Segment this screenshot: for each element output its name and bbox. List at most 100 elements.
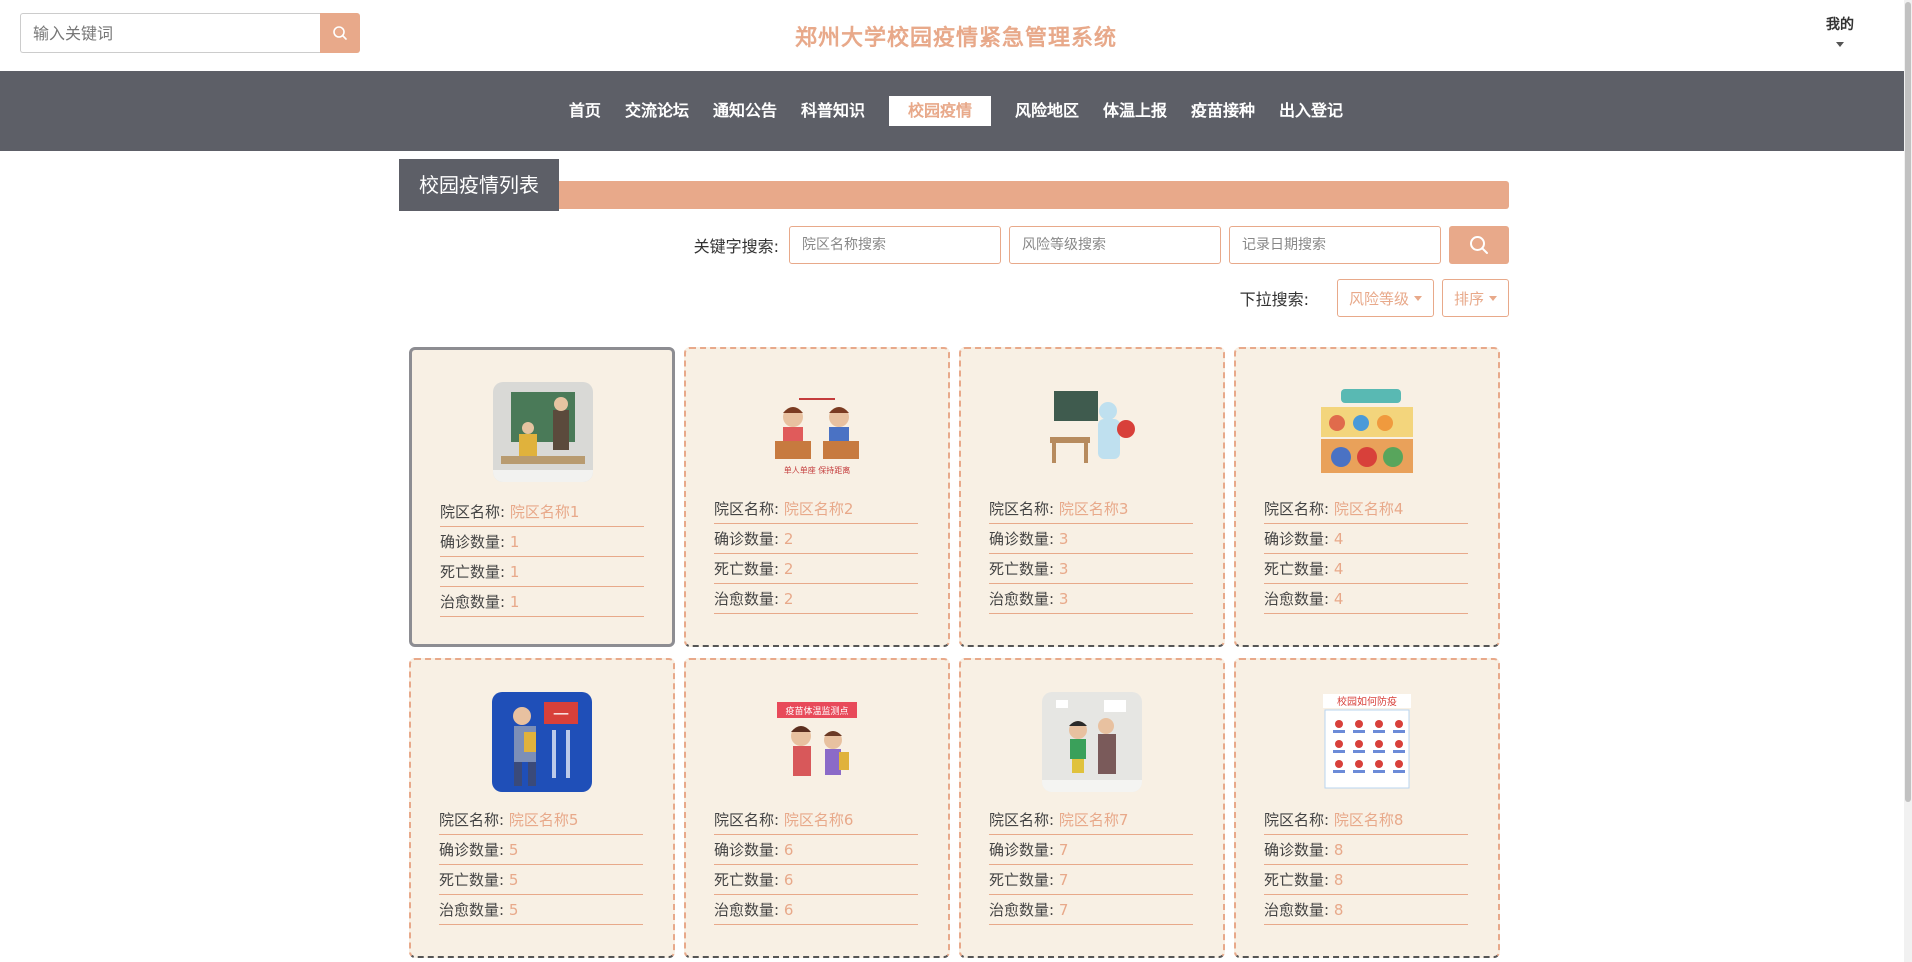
nav-item-0[interactable]: 首页 <box>557 96 613 126</box>
field-value-confirmed: 8 <box>1333 841 1344 859</box>
field-value-deaths: 8 <box>1333 871 1344 889</box>
card-fields: 院区名称: 院区名称1 确诊数量: 1 死亡数量: 1 治愈数量: 1 <box>440 497 644 617</box>
field-value-confirmed: 4 <box>1333 530 1344 548</box>
search-icon <box>1470 236 1488 254</box>
risk-level-dropdown-label: 风险等级 <box>1348 289 1409 308</box>
field-separator: : <box>1324 871 1334 889</box>
card-fields: 院区名称: 院区名称5 确诊数量: 5 死亡数量: 5 治愈数量: 5 <box>439 805 643 925</box>
field-value-deaths: 6 <box>783 871 794 889</box>
field-value-deaths: 5 <box>508 871 519 889</box>
main-nav: 首页 交流论坛 通知公告 科普知识 校园疫情 风险地区 体温上报 疫苗接种 出入登记 <box>0 71 1912 151</box>
card-row-campus: 院区名称: 院区名称3 <box>989 494 1193 524</box>
field-value-recovered: 4 <box>1333 590 1344 608</box>
card-row-confirmed: 确诊数量: 2 <box>714 524 918 554</box>
card-row-recovered: 治愈数量: 2 <box>714 584 918 614</box>
card-row-campus: 院区名称: 院区名称1 <box>440 497 644 527</box>
field-separator: : <box>500 503 510 521</box>
field-label-recovered: 治愈数量 <box>714 901 775 919</box>
field-separator: : <box>1049 530 1059 548</box>
field-separator: : <box>1324 530 1334 548</box>
card-row-campus: 院区名称: 院区名称7 <box>989 805 1193 835</box>
card-row-deaths: 死亡数量: 3 <box>989 554 1193 584</box>
card-fields: 院区名称: 院区名称4 确诊数量: 4 死亡数量: 4 治愈数量: 4 <box>1264 494 1468 614</box>
field-separator: : <box>500 533 510 551</box>
field-value-campus: 院区名称2 <box>783 500 854 518</box>
campus-name-search-input[interactable] <box>789 226 1001 264</box>
epidemic-card-7[interactable]: 院区名称: 院区名称7 确诊数量: 7 死亡数量: 7 治愈数量: 7 <box>959 658 1225 958</box>
epidemic-card-4[interactable]: 院区名称: 院区名称4 确诊数量: 4 死亡数量: 4 治愈数量: 4 <box>1234 347 1500 647</box>
card-image[interactable]: 校园如何防疫 <box>1317 692 1417 792</box>
field-separator: : <box>774 530 784 548</box>
nav-item-5[interactable]: 风险地区 <box>1003 96 1091 126</box>
epidemic-card-2[interactable]: 单人单座 保持距离 院区名称: 院区名称2 确诊数量: 2 死亡数量: 2 治愈数量: … <box>684 347 950 647</box>
card-image[interactable]: 一 <box>492 692 592 792</box>
record-date-search-input[interactable] <box>1229 226 1441 264</box>
card-fields: 院区名称: 院区名称7 确诊数量: 7 死亡数量: 7 治愈数量: 7 <box>989 805 1193 925</box>
top-bar: 郑州大学校园疫情紧急管理系统 我的 <box>0 0 1912 71</box>
my-account-menu[interactable]: 我的 <box>1826 14 1854 47</box>
field-label-campus: 院区名称 <box>989 811 1050 829</box>
epidemic-card-6[interactable]: 疫苗体温监测点 院区名称: 院区名称6 确诊数量: 6 死亡数量: 6 治愈数量: 6 <box>684 658 950 958</box>
card-row-recovered: 治愈数量: 6 <box>714 895 918 925</box>
field-separator: : <box>499 811 509 829</box>
field-separator: : <box>1049 560 1059 578</box>
nav-item-3[interactable]: 科普知识 <box>789 96 877 126</box>
card-image[interactable]: 疫苗体温监测点 <box>767 692 867 792</box>
nav-item-7[interactable]: 疫苗接种 <box>1179 96 1267 126</box>
card-row-confirmed: 确诊数量: 6 <box>714 835 918 865</box>
caret-down-icon <box>1413 295 1422 301</box>
nav-item-1[interactable]: 交流论坛 <box>613 96 701 126</box>
card-row-deaths: 死亡数量: 5 <box>439 865 643 895</box>
card-row-recovered: 治愈数量: 8 <box>1264 895 1468 925</box>
field-label-deaths: 死亡数量 <box>714 560 775 578</box>
card-row-deaths: 死亡数量: 4 <box>1264 554 1468 584</box>
field-separator: : <box>774 590 784 608</box>
field-value-campus: 院区名称7 <box>1058 811 1129 829</box>
field-separator: : <box>1049 811 1059 829</box>
nav-item-4[interactable]: 校园疫情 <box>888 96 991 126</box>
field-separator: : <box>774 841 784 859</box>
field-separator: : <box>1324 901 1334 919</box>
epidemic-card-5[interactable]: 一院区名称: 院区名称5 确诊数量: 5 死亡数量: 5 治愈数量: 5 <box>409 658 675 958</box>
keyword-search-button[interactable] <box>1449 226 1509 264</box>
field-separator: : <box>1324 590 1334 608</box>
card-image[interactable] <box>1317 381 1417 481</box>
scrollbar-thumb[interactable] <box>1905 2 1911 802</box>
card-image[interactable] <box>1042 692 1142 792</box>
field-separator: : <box>500 593 510 611</box>
field-label-recovered: 治愈数量 <box>440 593 501 611</box>
field-value-deaths: 1 <box>509 563 520 581</box>
page-scrollbar[interactable] <box>1904 0 1912 962</box>
svg-text:疫苗体温监测点: 疫苗体温监测点 <box>785 705 848 717</box>
card-row-confirmed: 确诊数量: 4 <box>1264 524 1468 554</box>
nav-item-2[interactable]: 通知公告 <box>701 96 789 126</box>
card-image[interactable]: 单人单座 保持距离 <box>767 381 867 481</box>
dropdown-search-row: 下拉搜索: 风险等级 排序 <box>399 279 1509 317</box>
nav-item-8[interactable]: 出入登记 <box>1267 96 1355 126</box>
risk-level-dropdown[interactable]: 风险等级 <box>1336 279 1434 317</box>
card-row-campus: 院区名称: 院区名称5 <box>439 805 643 835</box>
card-image[interactable] <box>1042 381 1142 481</box>
sort-dropdown[interactable]: 排序 <box>1441 279 1509 317</box>
epidemic-card-3[interactable]: 院区名称: 院区名称3 确诊数量: 3 死亡数量: 3 治愈数量: 3 <box>959 347 1225 647</box>
card-row-deaths: 死亡数量: 1 <box>440 557 644 587</box>
card-row-recovered: 治愈数量: 3 <box>989 584 1193 614</box>
field-separator: : <box>1324 811 1334 829</box>
risk-level-search-input[interactable] <box>1009 226 1221 264</box>
field-value-deaths: 2 <box>783 560 794 578</box>
field-value-confirmed: 3 <box>1058 530 1069 548</box>
card-image[interactable] <box>493 382 593 482</box>
nav-item-6[interactable]: 体温上报 <box>1091 96 1179 126</box>
epidemic-card-8[interactable]: 校园如何防疫 院区名称: 院区名称8 确诊数量: 8 死亡数量: 8 治愈数量: 8 <box>1234 658 1500 958</box>
field-separator: : <box>774 500 784 518</box>
field-separator: : <box>499 871 509 889</box>
field-label-campus: 院区名称 <box>714 811 775 829</box>
field-separator: : <box>1324 500 1334 518</box>
keyword-search-label: 关键字搜索: <box>693 237 779 256</box>
card-row-confirmed: 确诊数量: 7 <box>989 835 1193 865</box>
field-label-recovered: 治愈数量 <box>439 901 500 919</box>
epidemic-card-1[interactable]: 院区名称: 院区名称1 确诊数量: 1 死亡数量: 1 治愈数量: 1 <box>409 347 675 647</box>
field-label-confirmed: 确诊数量 <box>439 841 500 859</box>
card-row-deaths: 死亡数量: 6 <box>714 865 918 895</box>
section-accent-bar <box>399 181 1509 209</box>
